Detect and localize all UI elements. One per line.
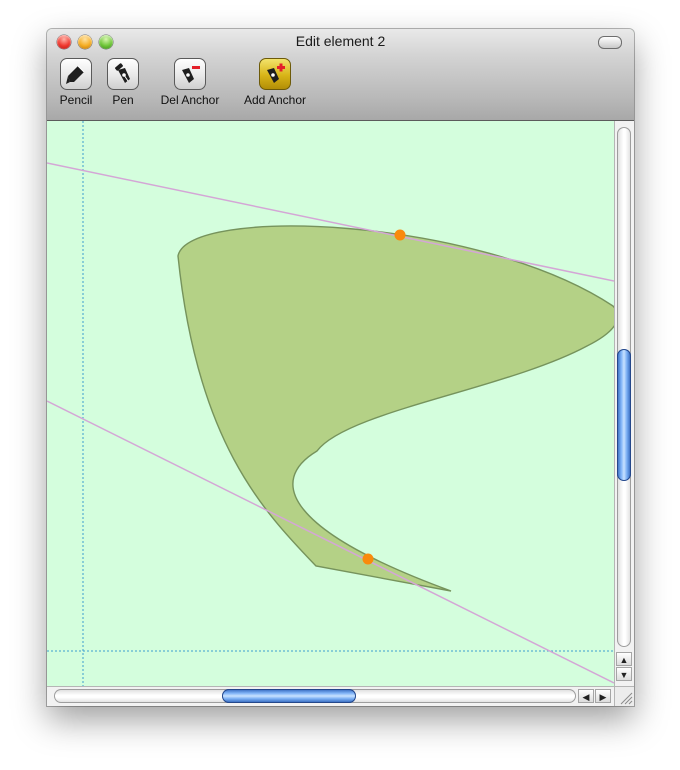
anchor-point-bottom[interactable]: [362, 553, 374, 565]
resize-grip-icon: [620, 692, 633, 705]
canvas-drawing[interactable]: [47, 121, 619, 686]
tool-pencil[interactable]: Pencil: [57, 58, 95, 107]
vertical-scrollbar[interactable]: ▲ ▼: [614, 121, 634, 686]
tool-label-add-anchor: Add Anchor: [243, 93, 307, 107]
pen-nib-icon: [115, 63, 130, 83]
delete-anchor-icon: [182, 66, 200, 83]
tangent-guide-bottom: [47, 400, 615, 684]
chevron-left-icon: ◀: [582, 692, 590, 702]
scroll-down-button[interactable]: ▼: [616, 667, 632, 681]
bezier-shape[interactable]: [177, 225, 619, 592]
title-bar[interactable]: Edit element 2 Pencil Pen Del Anchor Add…: [47, 29, 634, 121]
tool-label-del-anchor: Del Anchor: [160, 93, 220, 107]
resize-grip[interactable]: [614, 686, 634, 706]
chevron-right-icon: ▶: [599, 692, 607, 702]
tool-label-pencil: Pencil: [59, 93, 93, 107]
scroll-up-button[interactable]: ▲: [616, 652, 632, 666]
tool-add-anchor[interactable]: Add Anchor: [236, 58, 314, 107]
pencil-tool-button[interactable]: [60, 58, 92, 90]
scroll-left-button[interactable]: ◀: [578, 689, 594, 703]
scroll-right-button[interactable]: ▶: [595, 689, 611, 703]
vertical-scroll-thumb[interactable]: [617, 349, 631, 481]
tool-pen[interactable]: Pen: [103, 58, 143, 107]
tool-label-pen: Pen: [112, 93, 134, 107]
drawing-canvas[interactable]: [47, 121, 619, 686]
add-anchor-tool-button[interactable]: [259, 58, 291, 90]
pen-tool-button[interactable]: [107, 58, 139, 90]
window-title: Edit element 2: [295, 33, 386, 49]
edit-element-window: Edit element 2 Pencil Pen Del Anchor Add…: [47, 29, 634, 706]
add-anchor-icon: [267, 63, 285, 83]
anchor-point-top[interactable]: [394, 229, 406, 241]
horizontal-scroll-thumb[interactable]: [222, 689, 356, 703]
chevron-up-icon: ▲: [619, 655, 629, 665]
horizontal-scrollbar[interactable]: ◀ ▶: [47, 686, 614, 706]
tool-del-anchor[interactable]: Del Anchor: [154, 58, 226, 107]
toolbar-toggle-button[interactable]: [598, 36, 622, 49]
chevron-down-icon: ▼: [619, 670, 629, 680]
pencil-icon: [66, 65, 85, 84]
del-anchor-tool-button[interactable]: [174, 58, 206, 90]
